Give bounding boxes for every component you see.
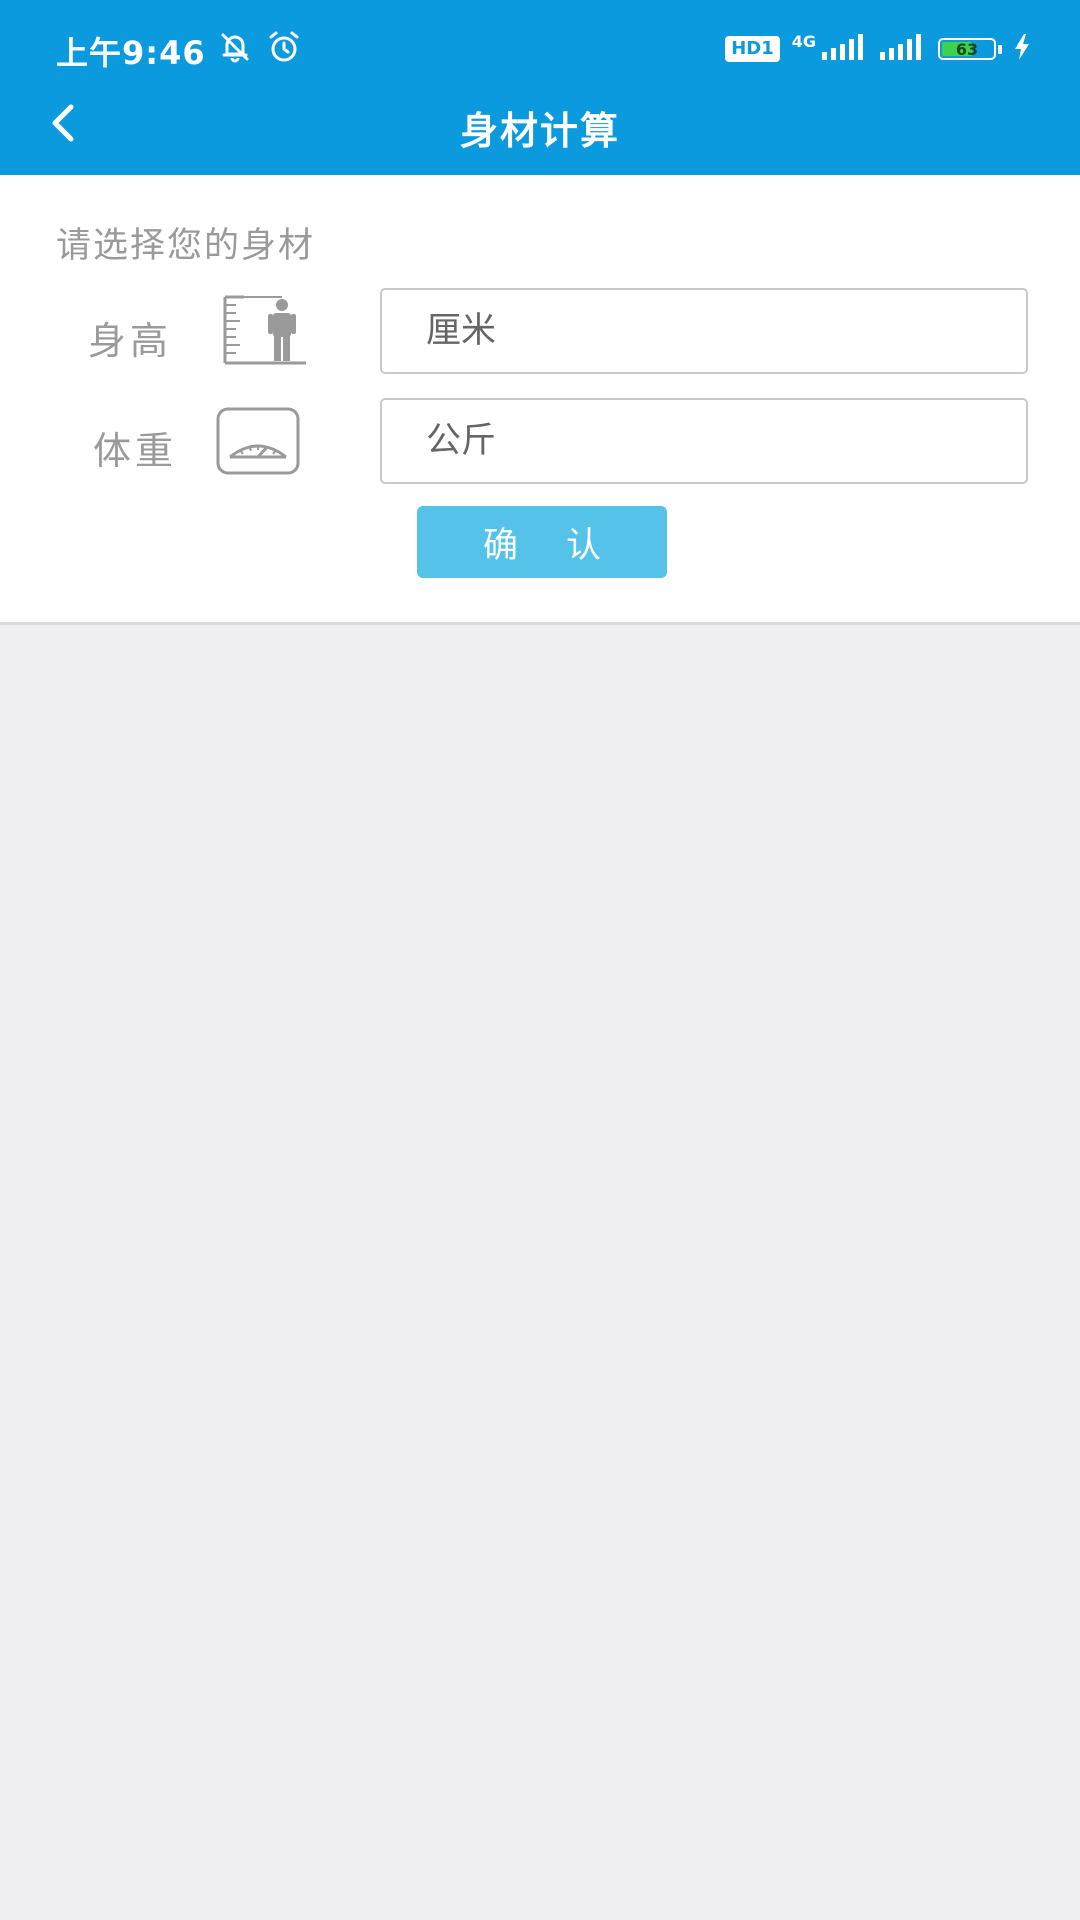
height-input[interactable] xyxy=(380,288,1028,374)
page-title: 身材计算 xyxy=(459,109,620,153)
bell-off-icon xyxy=(218,30,252,68)
hd-badge: HD1 xyxy=(725,36,780,62)
alarm-icon xyxy=(266,30,302,68)
signal-icon xyxy=(880,34,926,64)
body-form-card: 请选择您的身材 身高 厘米 体重 公斤 确认 xyxy=(0,175,1080,625)
weight-label: 体重 xyxy=(93,429,178,473)
form-prompt: 请选择您的身材 xyxy=(56,226,316,266)
status-icons-right: HD1 4G 63 xyxy=(725,31,1030,64)
status-time: 上午9:46 xyxy=(56,34,206,72)
header: 上午9:46 HD1 4G 63 身材计算 xyxy=(0,0,1080,175)
height-label: 身高 xyxy=(88,319,173,363)
screen: 上午9:46 HD1 4G 63 身材计算 请选择您的身材 身高 厘米 体重 公… xyxy=(0,0,1080,1920)
charging-icon xyxy=(1014,34,1030,64)
status-icons-left xyxy=(218,30,302,68)
signal-icon xyxy=(822,34,868,64)
confirm-button[interactable]: 确认 xyxy=(417,506,667,578)
weight-input[interactable] xyxy=(380,398,1028,484)
battery-icon: 63 xyxy=(938,38,996,60)
battery-level: 63 xyxy=(955,39,979,59)
height-ruler-icon xyxy=(222,295,308,369)
scale-icon xyxy=(216,407,300,479)
network-type: 4G xyxy=(791,31,816,51)
battery-tip xyxy=(998,44,1002,54)
